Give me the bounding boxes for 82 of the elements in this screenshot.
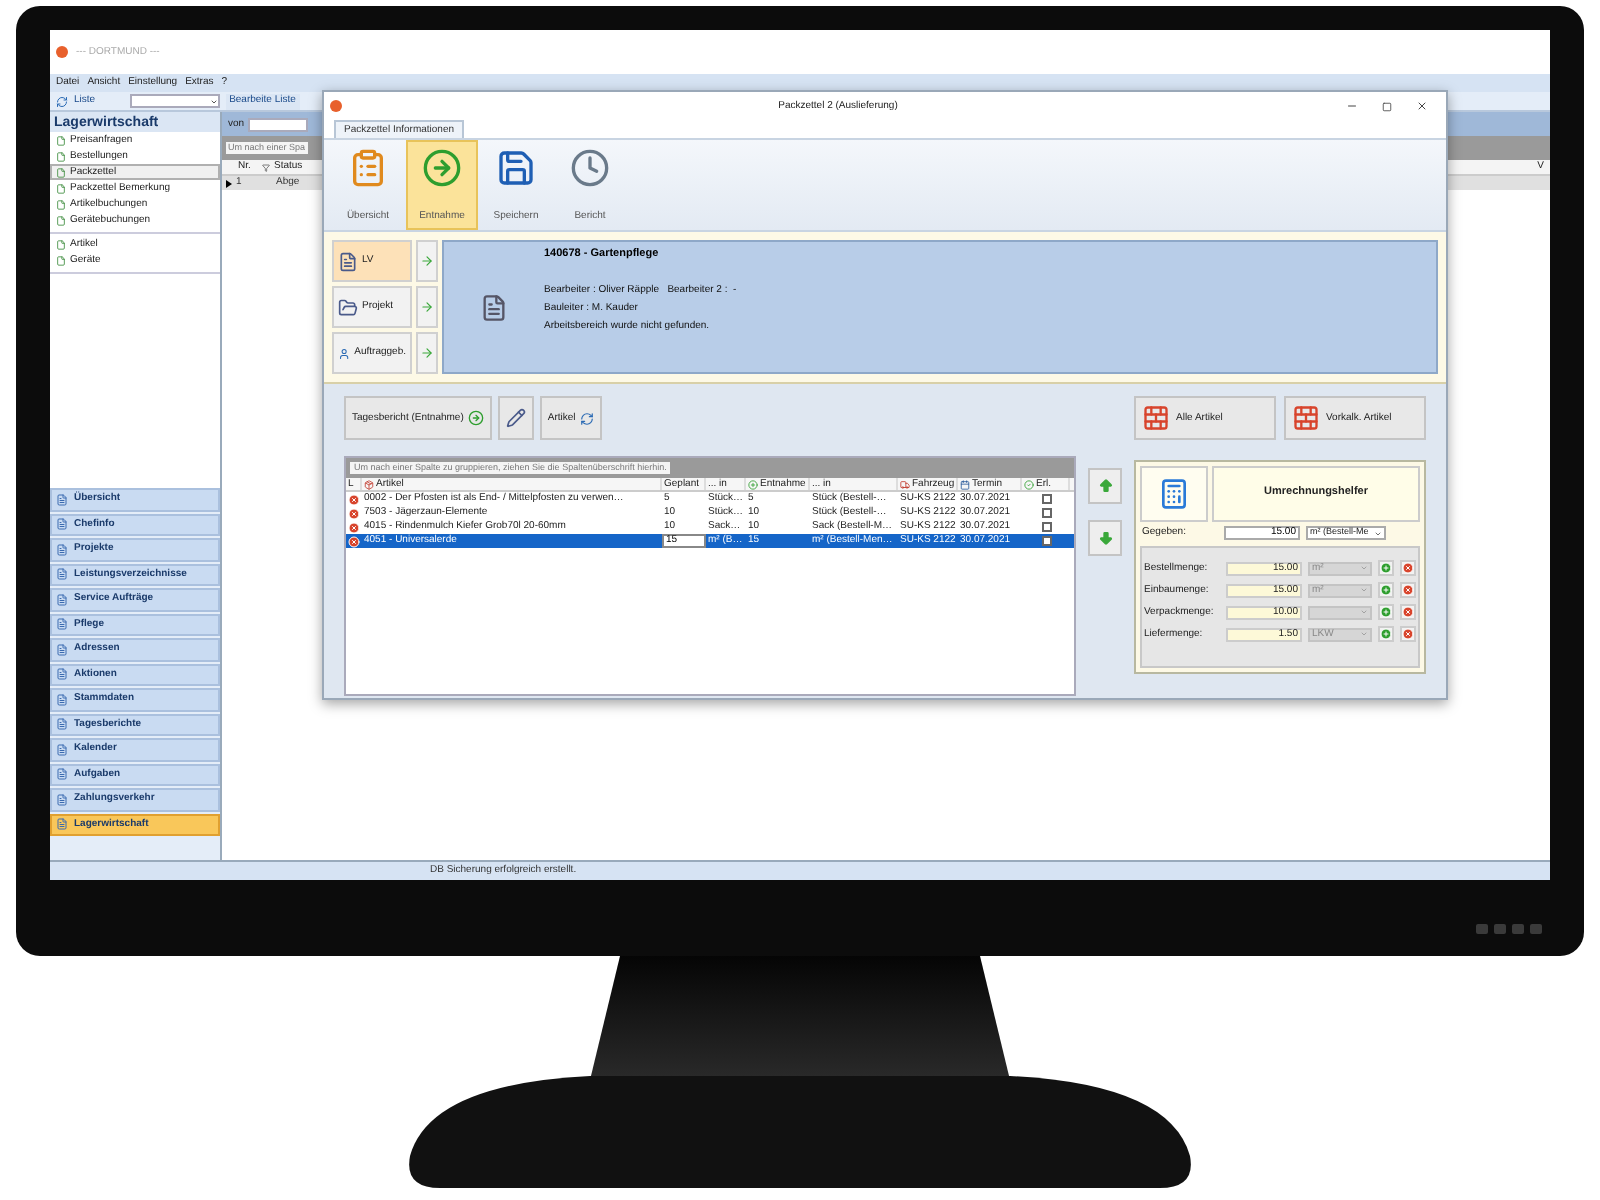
person-icon [338,343,351,363]
document-icon [56,151,66,161]
remove-icon [1402,628,1414,640]
filter-dropdown[interactable] [248,117,309,131]
document-icon [56,743,68,756]
document-icon [56,135,66,145]
list-dropdown[interactable] [129,94,220,108]
action-button[interactable] [497,396,534,440]
package-icon [364,479,374,489]
plus-circle-icon [1380,584,1392,596]
plus-circle-icon [1380,628,1392,640]
plus-circle-icon [1380,562,1392,574]
arrow-right-icon [420,254,434,268]
arrow-right-icon [420,346,434,360]
plus-circle-icon [748,479,758,489]
checkbox[interactable] [1041,494,1051,504]
move-down-button[interactable] [1088,520,1122,556]
checkbox[interactable] [1041,522,1051,532]
app-logo-icon [330,100,342,112]
clipboard-icon [348,148,388,188]
document-icon [56,199,66,209]
document-icon [56,818,68,831]
minimize-icon[interactable] [1346,100,1358,112]
arrow-up-icon [1097,478,1113,494]
save-icon [496,148,536,188]
calendar-icon [960,479,970,489]
refresh-icon[interactable] [56,95,68,107]
document-icon [56,618,68,631]
document-icon [56,239,66,249]
remove-button[interactable] [1400,582,1416,598]
document-icon [56,167,66,177]
remove-icon[interactable] [348,535,360,547]
document-icon [56,668,68,681]
remove-icon [1402,606,1414,618]
calculator-icon [1158,478,1190,510]
remove-button[interactable] [1400,626,1416,642]
check-circle-icon [1024,479,1034,489]
remove-icon [1402,562,1414,574]
pencil-icon [505,408,526,428]
document-icon [56,255,66,265]
document-icon [56,793,68,806]
arrow-right-icon [422,148,462,188]
document-icon [480,293,508,321]
folder-icon [338,297,358,317]
refresh-icon [579,411,594,425]
brick-wall-icon [1292,404,1320,432]
close-icon[interactable] [1416,100,1428,112]
remove-icon[interactable] [348,493,360,505]
brick-wall-icon [1142,404,1170,432]
document-icon [56,568,68,581]
truck-icon [900,479,910,489]
add-button[interactable] [1378,582,1394,598]
document-icon [56,768,68,781]
arrow-down-icon [1097,530,1113,546]
remove-button[interactable] [1400,560,1416,576]
arrow-right-icon [420,300,434,314]
remove-icon[interactable] [348,521,360,533]
app-logo-icon [56,46,68,58]
document-icon [56,183,66,193]
document-icon [56,493,68,506]
document-icon [56,518,68,531]
plus-circle-icon [1380,606,1392,618]
maximize-icon[interactable] [1382,101,1392,111]
filter-icon[interactable] [262,163,270,171]
document-icon [56,543,68,556]
add-button[interactable] [1378,604,1394,620]
arrow-right-icon [467,410,484,426]
checkbox[interactable] [1041,536,1051,546]
checkbox[interactable] [1041,508,1051,518]
remove-button[interactable] [1400,604,1416,620]
document-icon [56,215,66,225]
add-button[interactable] [1378,560,1394,576]
move-up-button[interactable] [1088,468,1122,504]
remove-icon [1402,584,1414,596]
document-icon [56,643,68,656]
document-icon [56,693,68,706]
clock-icon [570,148,610,188]
document-icon [56,593,68,606]
add-button[interactable] [1378,626,1394,642]
document-icon [338,251,358,271]
remove-icon[interactable] [348,507,360,519]
document-icon [56,718,68,731]
